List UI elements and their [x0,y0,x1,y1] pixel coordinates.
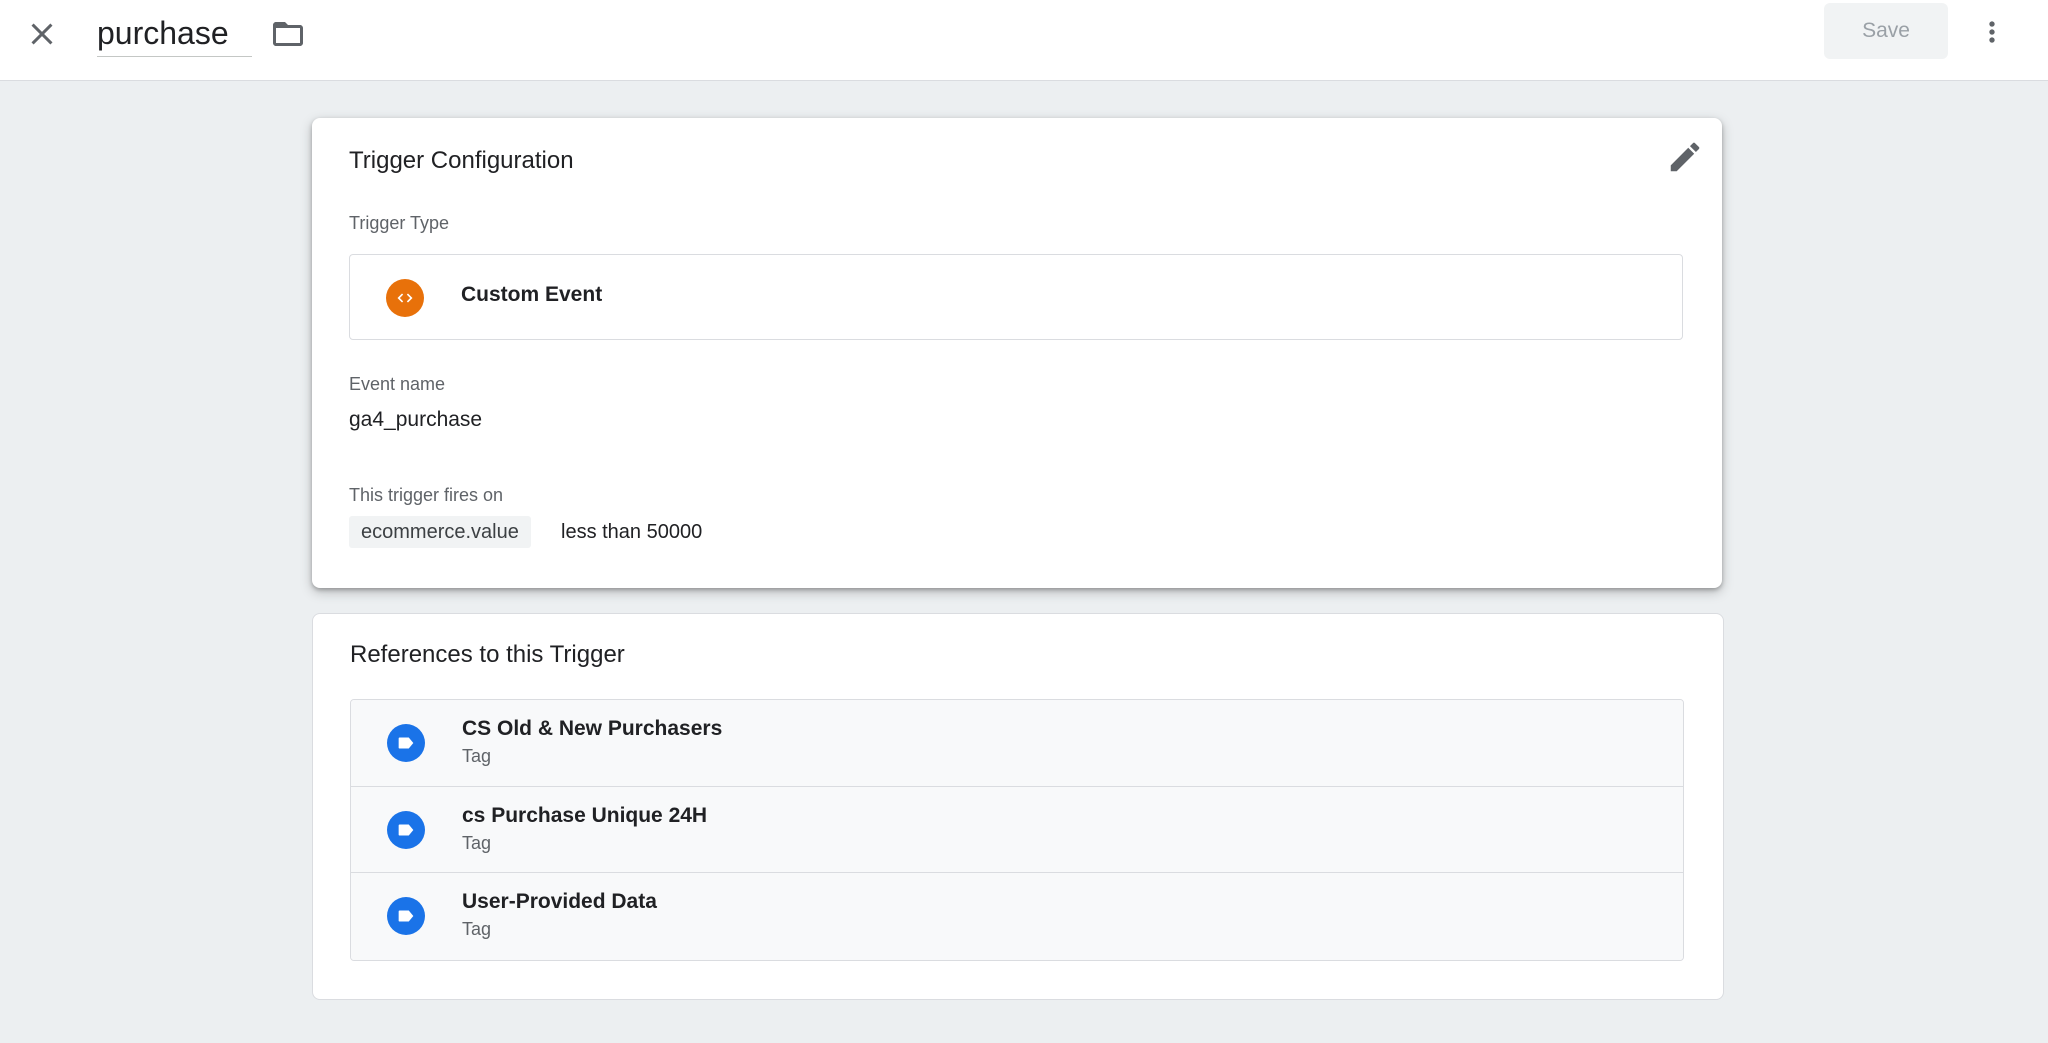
event-name-label: Event name [349,374,446,394]
tag-icon [387,897,425,936]
code-brackets-icon [386,279,424,317]
references-list: CS Old & New Purchasers Tag cs Purchase … [350,699,1684,961]
reference-name: CS Old & New Purchasers [462,717,723,740]
folder-icon[interactable] [270,16,306,52]
list-item[interactable]: User-Provided Data Tag [351,873,1683,960]
trigger-name-input[interactable] [97,10,252,57]
list-item[interactable]: cs Purchase Unique 24H Tag [351,786,1683,874]
condition-variable-chip: ecommerce.value [349,516,531,548]
list-item[interactable]: CS Old & New Purchasers Tag [351,700,1683,787]
reference-name: User-Provided Data [462,890,657,914]
fires-on-label: This trigger fires on [349,485,504,505]
save-button[interactable]: Save [1824,3,1948,59]
event-name-value: ga4_purchase [349,408,483,431]
tag-icon [387,810,425,849]
reference-type: Tag [462,746,492,766]
trigger-type-name: Custom Event [461,283,603,306]
top-bar: Save [0,0,2048,81]
tag-icon [387,724,425,762]
reference-name: cs Purchase Unique 24H [462,803,708,827]
card-title: Trigger Configuration [349,147,574,174]
references-card: References to this Trigger CS Old & New … [312,613,1724,1000]
trigger-type-label: Trigger Type [349,213,450,233]
reference-type: Tag [462,919,492,940]
trigger-configuration-card[interactable]: Trigger Configuration Trigger Type Custo… [312,118,1722,588]
reference-type: Tag [462,832,492,853]
more-vert-icon[interactable] [1976,14,2008,50]
condition-rule: less than 50000 [561,521,703,543]
close-icon[interactable] [24,16,60,52]
references-title: References to this Trigger [350,641,625,668]
trigger-type-selector[interactable]: Custom Event [349,254,1683,340]
edit-pencil-icon[interactable] [1666,138,1704,176]
